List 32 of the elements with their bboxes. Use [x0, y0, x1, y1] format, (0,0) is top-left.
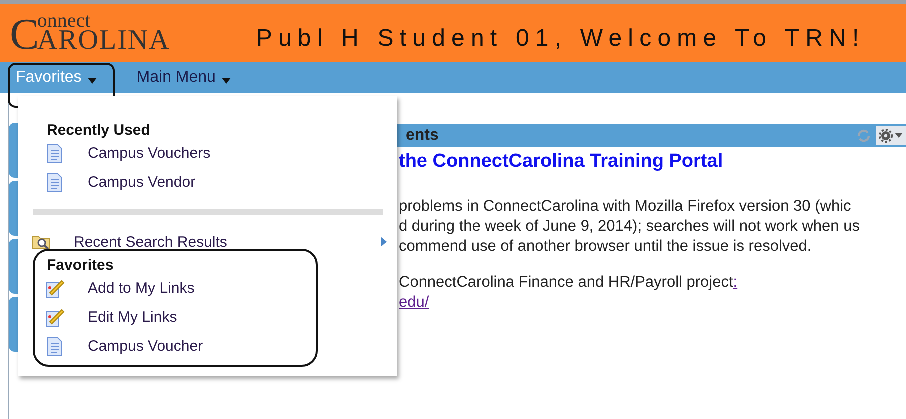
project-link[interactable]: : — [733, 273, 738, 293]
menu-item[interactable]: Add to My Links — [88, 280, 195, 297]
caret-icon — [88, 78, 97, 84]
pencil-icon — [46, 308, 66, 328]
panel-title: ents — [406, 126, 439, 144]
menu-item[interactable]: Campus Vouchers — [88, 145, 211, 162]
side-tab[interactable] — [9, 181, 19, 236]
menu-item[interactable]: Campus Voucher — [88, 338, 204, 355]
pencil-icon — [46, 278, 66, 298]
side-tab[interactable] — [9, 239, 19, 294]
section-title: Favorites — [47, 257, 115, 274]
folder-search-icon — [32, 234, 52, 250]
menu-item[interactable]: Campus Vendor — [88, 174, 196, 191]
menu-item[interactable]: Recent Search Results — [74, 234, 381, 250]
nav-menu[interactable]: Main Menu — [136, 68, 231, 86]
caret-icon — [222, 78, 231, 84]
settings-button[interactable] — [876, 126, 906, 145]
caret-icon — [895, 133, 903, 138]
project-text: ConnectCarolina Finance and HR/Payroll project — [399, 273, 734, 293]
side-tab[interactable] — [9, 297, 19, 352]
submenu-arrow-icon — [381, 237, 387, 247]
side-tab[interactable] — [9, 123, 19, 178]
url-link[interactable]: edu/ — [399, 293, 906, 313]
section-title: Recently Used — [47, 122, 152, 139]
welcome-message: Publ H Student 01, Welcome To TRN! — [256, 25, 866, 53]
portal-heading: the ConnectCarolina Training Portal — [399, 151, 724, 173]
document-icon — [46, 144, 64, 164]
document-icon — [46, 172, 64, 192]
menu-item[interactable]: Edit My Links — [88, 309, 178, 326]
notice-paragraph: problems in ConnectCarolina with Mozilla Firefox version 30 (whic d during the week of June 9, 2014); searches will not work when us commend use of another browser until the issue is resolved. — [399, 197, 861, 257]
document-icon — [46, 336, 64, 356]
gear-icon — [879, 128, 893, 142]
